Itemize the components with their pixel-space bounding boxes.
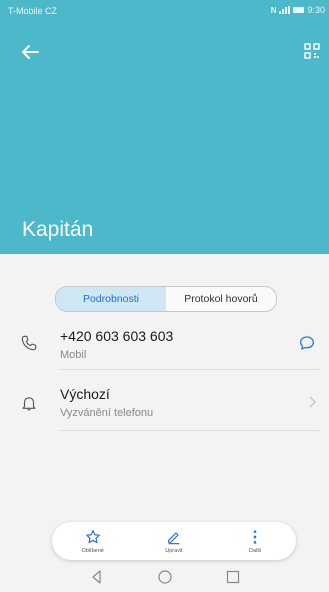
- phone-icon: [21, 335, 37, 351]
- chevron-right-icon: [309, 396, 316, 408]
- contact-header: T-Mobile CZ N 9:30 Kapitán: [0, 0, 329, 254]
- arrow-left-icon[interactable]: [18, 40, 42, 64]
- clock: 9:30: [307, 5, 325, 15]
- divider: [60, 369, 319, 370]
- more-label: Další: [249, 547, 262, 554]
- pencil-icon: [168, 531, 180, 544]
- edit-button[interactable]: Upravit: [133, 522, 214, 560]
- nav-home-icon[interactable]: [157, 569, 173, 585]
- status-icons: N 9:30: [271, 5, 325, 15]
- status-bar: T-Mobile CZ N 9:30: [0, 0, 329, 22]
- system-nav-bar: [0, 562, 329, 592]
- favorite-label: Oblíbené: [81, 547, 104, 554]
- qr-code-icon[interactable]: [304, 43, 320, 59]
- more-button[interactable]: Další: [215, 522, 296, 560]
- phone-number: +420 603 603 603: [60, 328, 174, 344]
- phone-entry[interactable]: +420 603 603 603 Mobil: [0, 318, 329, 366]
- battery-icon: [293, 7, 305, 13]
- message-icon[interactable]: [298, 334, 316, 352]
- nfc-icon: N: [270, 5, 277, 15]
- tab-bar: Podrobnosti Protokol hovorů: [55, 286, 277, 312]
- favorite-button[interactable]: Oblíbené: [52, 522, 133, 560]
- more-vertical-icon: [253, 529, 257, 544]
- carrier-name: T-Mobile CZ: [8, 6, 58, 16]
- bell-icon: [22, 397, 36, 411]
- phone-type: Mobil: [60, 349, 87, 361]
- edit-label: Upravit: [165, 547, 183, 554]
- ringtone-entry[interactable]: Výchozí Vyzvánění telefonu: [0, 374, 329, 426]
- nav-back-icon[interactable]: [89, 569, 105, 585]
- ringtone-title: Výchozí: [60, 386, 110, 402]
- ringtone-subtitle: Vyzvánění telefonu: [60, 407, 154, 419]
- nav-recents-icon[interactable]: [225, 569, 241, 585]
- star-icon: [85, 529, 100, 543]
- contact-name: Kapitán: [22, 218, 94, 241]
- tab-details[interactable]: Podrobnosti: [56, 287, 166, 311]
- signal-icon: [279, 6, 291, 14]
- tab-call-log[interactable]: Protokol hovorů: [166, 287, 276, 311]
- divider: [60, 430, 319, 431]
- action-bar: Oblíbené Upravit Další: [52, 522, 296, 560]
